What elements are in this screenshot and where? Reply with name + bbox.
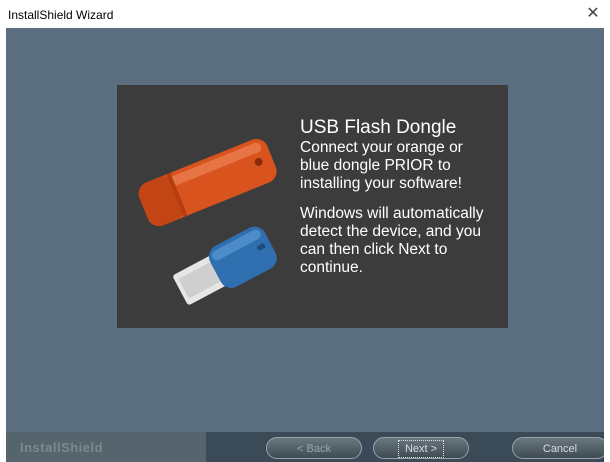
- back-button[interactable]: < Back: [266, 437, 362, 459]
- usb-dongle-orange: [138, 138, 277, 227]
- cancel-button-label: Cancel: [542, 443, 578, 455]
- next-button[interactable]: Next >: [373, 437, 469, 459]
- info-line-3: can then click Next to: [300, 241, 448, 258]
- cancel-button[interactable]: Cancel: [512, 437, 604, 459]
- next-button-label: Next >: [397, 440, 445, 458]
- window-title: InstallShield Wizard: [8, 8, 114, 22]
- info-line-1: Windows will automatically: [300, 205, 484, 222]
- title-bar: InstallShield Wizard ✕: [0, 0, 610, 28]
- banner-text: USB Flash Dongle Connect your orange or …: [300, 117, 505, 277]
- back-button-label: < Back: [297, 443, 331, 455]
- wizard-client-area: USB Flash Dongle Connect your orange or …: [6, 28, 604, 432]
- instruction-line-3: installing your software!: [300, 175, 462, 192]
- instruction-line-2: blue dongle PRIOR to: [300, 157, 451, 174]
- instruction-line-1: Connect your orange or: [300, 139, 463, 156]
- dongle-banner: USB Flash Dongle Connect your orange or …: [117, 85, 508, 328]
- info-line-2: detect the device, and you: [300, 223, 481, 240]
- info-line-4: continue.: [300, 259, 363, 276]
- installshield-brand: InstallShield: [20, 440, 104, 455]
- usb-dongle-blue: [173, 226, 277, 305]
- usb-dongle-illustration: [138, 138, 277, 305]
- close-icon[interactable]: ✕: [576, 0, 610, 28]
- wizard-footer: InstallShield < Back Next > Cancel: [6, 432, 604, 462]
- banner-headline: USB Flash Dongle: [300, 117, 457, 138]
